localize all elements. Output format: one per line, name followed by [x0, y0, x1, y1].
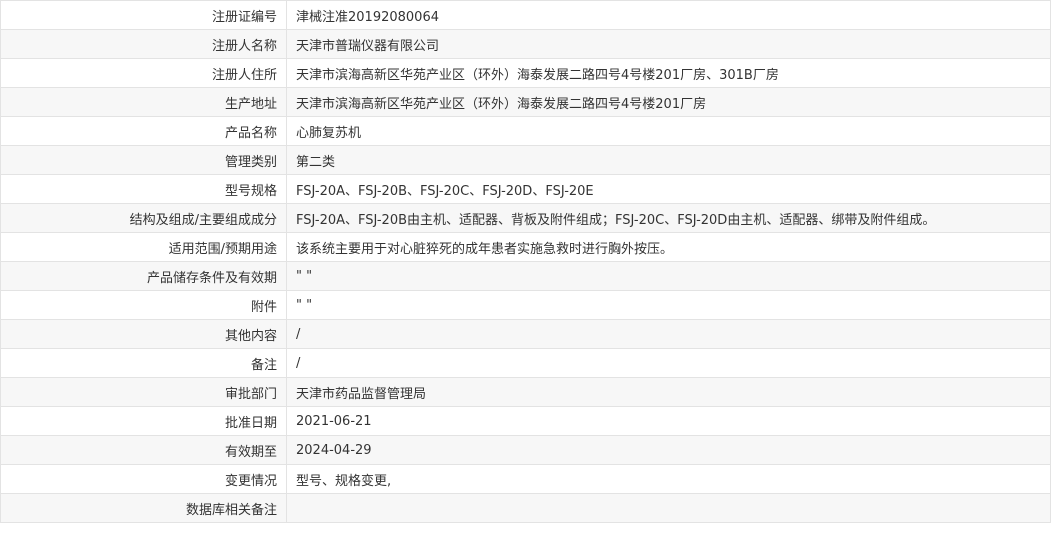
field-label: 产品名称: [0, 116, 287, 146]
field-label: 型号规格: [0, 174, 287, 204]
table-row-structure-composition: 结构及组成/主要组成成分 FSJ-20A、FSJ-20B由主机、适配器、背板及附…: [0, 203, 1051, 233]
field-label: 注册人名称: [0, 29, 287, 59]
field-value: 型号、规格变更,: [286, 464, 1051, 494]
table-row-registrant-address: 注册人住所 天津市滨海高新区华苑产业区（环外）海泰发展二路四号4号楼201厂房、…: [0, 58, 1051, 88]
table-row-product-name: 产品名称 心肺复苏机: [0, 116, 1051, 146]
table-row-remarks: 备注 /: [0, 348, 1051, 378]
field-value: 2021-06-21: [286, 406, 1051, 436]
table-row-valid-until: 有效期至 2024-04-29: [0, 435, 1051, 465]
field-label: 备注: [0, 348, 287, 378]
table-row-approval-department: 审批部门 天津市药品监督管理局: [0, 377, 1051, 407]
field-value: 天津市普瑞仪器有限公司: [286, 29, 1051, 59]
field-label: 批准日期: [0, 406, 287, 436]
field-label: 注册人住所: [0, 58, 287, 88]
field-value: " ": [286, 290, 1051, 320]
table-row-registration-number: 注册证编号 津械注准20192080064: [0, 0, 1051, 30]
table-row-production-address: 生产地址 天津市滨海高新区华苑产业区（环外）海泰发展二路四号4号楼201厂房: [0, 87, 1051, 117]
field-value: " ": [286, 261, 1051, 291]
table-row-storage-validity: 产品储存条件及有效期 " ": [0, 261, 1051, 291]
field-label: 附件: [0, 290, 287, 320]
field-value: 天津市药品监督管理局: [286, 377, 1051, 407]
field-value: 津械注准20192080064: [286, 0, 1051, 30]
field-value: [286, 493, 1051, 523]
field-value: /: [286, 319, 1051, 349]
field-value: 2024-04-29: [286, 435, 1051, 465]
field-value: 天津市滨海高新区华苑产业区（环外）海泰发展二路四号4号楼201厂房: [286, 87, 1051, 117]
field-value: FSJ-20A、FSJ-20B、FSJ-20C、FSJ-20D、FSJ-20E: [286, 174, 1051, 204]
field-label: 注册证编号: [0, 0, 287, 30]
table-row-database-notes: 数据库相关备注: [0, 493, 1051, 523]
table-row-registrant-name: 注册人名称 天津市普瑞仪器有限公司: [0, 29, 1051, 59]
field-label: 有效期至: [0, 435, 287, 465]
field-label: 生产地址: [0, 87, 287, 117]
field-label: 产品储存条件及有效期: [0, 261, 287, 291]
field-value: 天津市滨海高新区华苑产业区（环外）海泰发展二路四号4号楼201厂房、301B厂房: [286, 58, 1051, 88]
field-label: 结构及组成/主要组成成分: [0, 203, 287, 233]
field-label: 适用范围/预期用途: [0, 232, 287, 262]
table-row-management-class: 管理类别 第二类: [0, 145, 1051, 175]
field-label: 变更情况: [0, 464, 287, 494]
field-value: FSJ-20A、FSJ-20B由主机、适配器、背板及附件组成；FSJ-20C、F…: [286, 203, 1051, 233]
field-value: 第二类: [286, 145, 1051, 175]
field-label: 其他内容: [0, 319, 287, 349]
table-row-intended-use: 适用范围/预期用途 该系统主要用于对心脏猝死的成年患者实施急救时进行胸外按压。: [0, 232, 1051, 262]
registration-info-table: 注册证编号 津械注准20192080064 注册人名称 天津市普瑞仪器有限公司 …: [0, 0, 1051, 523]
field-value: 心肺复苏机: [286, 116, 1051, 146]
field-label: 数据库相关备注: [0, 493, 287, 523]
table-row-change-status: 变更情况 型号、规格变更,: [0, 464, 1051, 494]
field-value: /: [286, 348, 1051, 378]
field-label: 审批部门: [0, 377, 287, 407]
table-row-attachments: 附件 " ": [0, 290, 1051, 320]
field-value: 该系统主要用于对心脏猝死的成年患者实施急救时进行胸外按压。: [286, 232, 1051, 262]
table-row-model-spec: 型号规格 FSJ-20A、FSJ-20B、FSJ-20C、FSJ-20D、FSJ…: [0, 174, 1051, 204]
table-row-other-content: 其他内容 /: [0, 319, 1051, 349]
table-row-approval-date: 批准日期 2021-06-21: [0, 406, 1051, 436]
field-label: 管理类别: [0, 145, 287, 175]
